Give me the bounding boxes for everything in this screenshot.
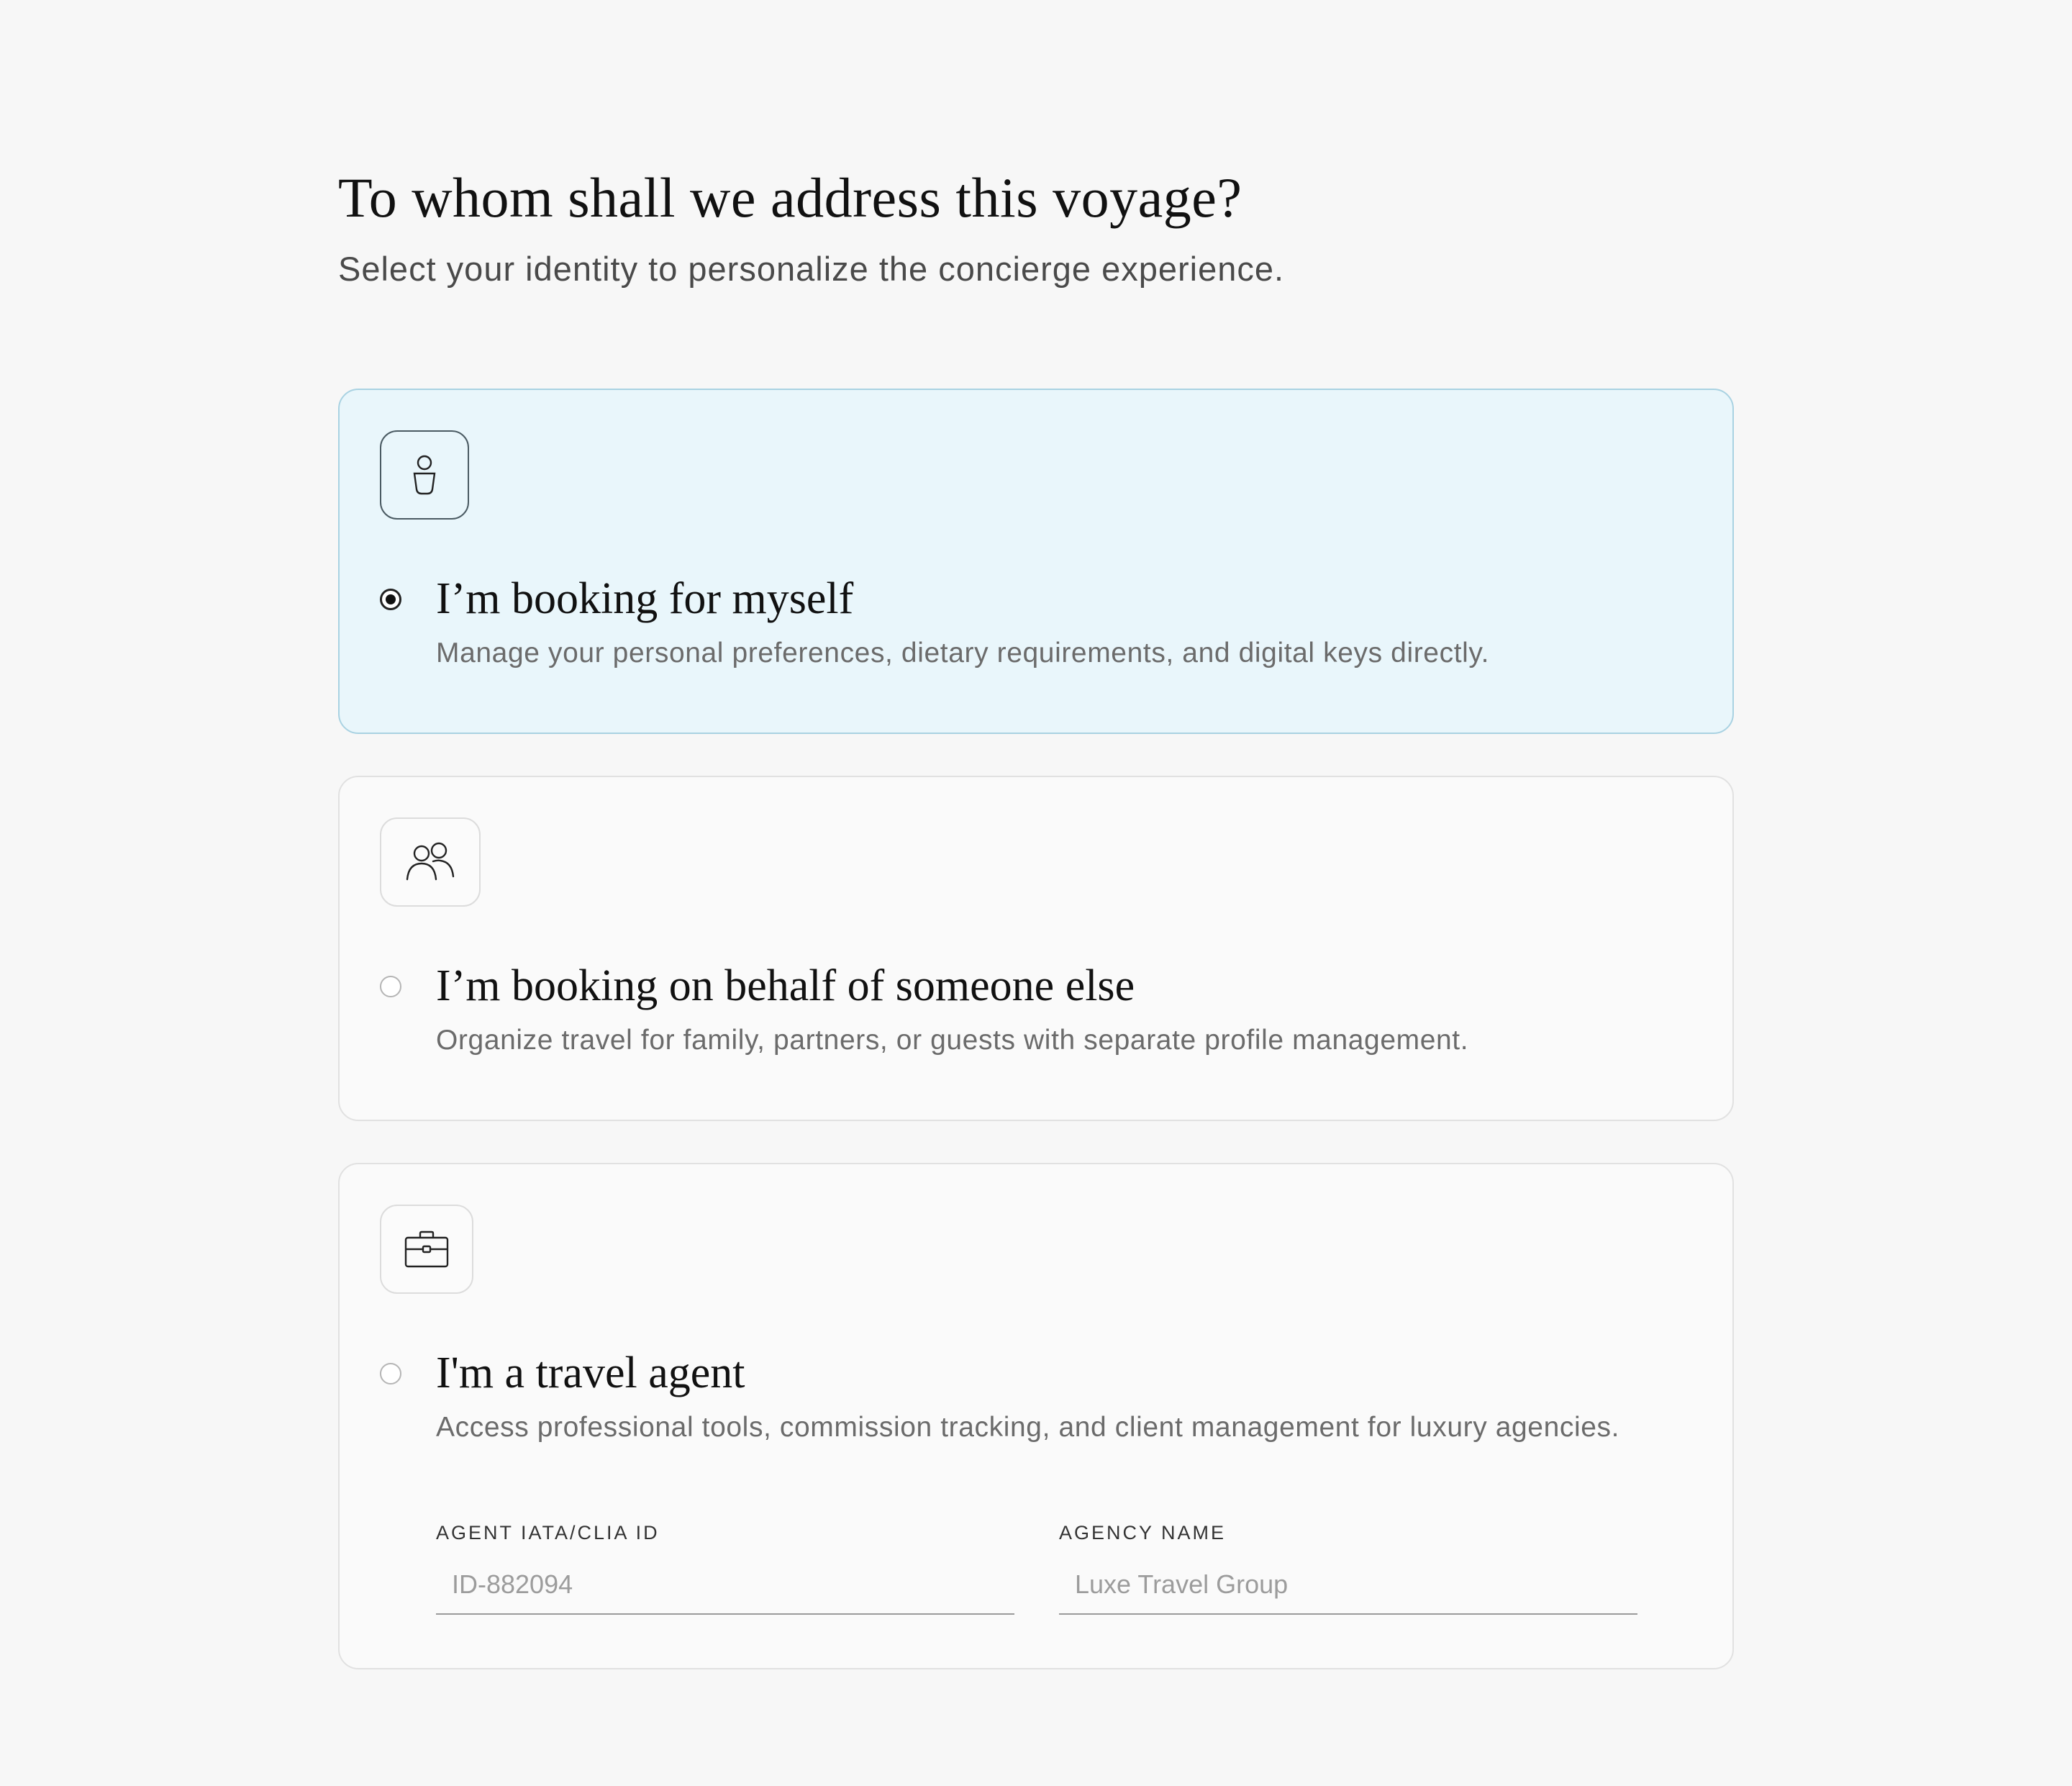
option-icon-box [380, 430, 469, 520]
page: To whom shall we address this voyage? Se… [0, 0, 2072, 1786]
radio-myself[interactable] [380, 589, 401, 610]
option-card-myself[interactable]: I’m booking for myself Manage your perso… [338, 389, 1734, 734]
briefcase-icon [404, 1230, 449, 1268]
option-card-someone-else[interactable]: I’m booking on behalf of someone else Or… [338, 776, 1734, 1121]
option-card-travel-agent[interactable]: I'm a travel agent Access professional t… [338, 1163, 1734, 1669]
radio-travel-agent[interactable] [380, 1363, 401, 1384]
option-icon-box [380, 817, 481, 907]
identity-options: I’m booking for myself Manage your perso… [338, 389, 1734, 1669]
agency-name-field: AGENCY NAME [1059, 1520, 1637, 1615]
page-subtitle: Select your identity to personalize the … [338, 250, 1285, 288]
option-title: I'm a travel agent [436, 1348, 745, 1397]
agent-id-field: AGENT IATA/CLIA ID [436, 1520, 1014, 1615]
agency-name-input[interactable] [1059, 1564, 1637, 1615]
page-title: To whom shall we address this voyage? [338, 166, 1242, 229]
agency-name-label: AGENCY NAME [1059, 1522, 1227, 1544]
option-icon-box [380, 1205, 473, 1294]
option-description: Manage your personal preferences, dietar… [436, 638, 1490, 668]
agent-id-label: AGENT IATA/CLIA ID [436, 1522, 660, 1544]
agent-id-input[interactable] [436, 1564, 1014, 1615]
identity-selection: To whom shall we address this voyage? Se… [338, 158, 1734, 1711]
person-icon [413, 455, 436, 495]
people-icon [406, 842, 455, 881]
option-description: Access professional tools, commission tr… [436, 1412, 1620, 1443]
option-description: Organize travel for family, partners, or… [436, 1025, 1469, 1056]
option-title: I’m booking for myself [436, 574, 854, 623]
option-title: I’m booking on behalf of someone else [436, 961, 1135, 1010]
radio-someone-else[interactable] [380, 976, 401, 997]
agent-fields: AGENT IATA/CLIA ID AGENCY NAME [436, 1520, 1637, 1615]
